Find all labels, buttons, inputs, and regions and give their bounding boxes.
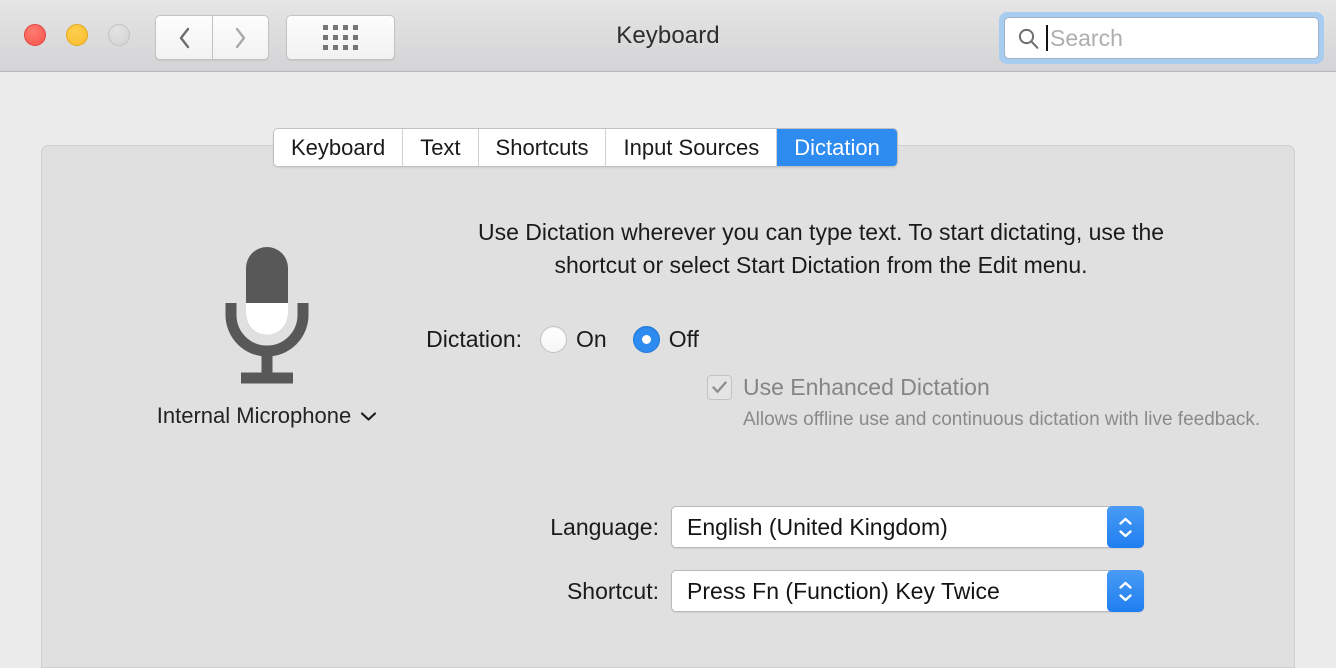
enhanced-dictation-label: Use Enhanced Dictation (743, 374, 990, 400)
search-placeholder: Search (1050, 24, 1123, 51)
search-input[interactable]: Search (1004, 17, 1319, 59)
language-row: Language: English (United Kingdom) (422, 506, 1144, 548)
chevron-up-icon (1119, 517, 1132, 525)
traffic-lights (24, 24, 130, 46)
radio-indicator-off (632, 326, 660, 353)
preference-tabs: Keyboard Text Shortcuts Input Sources Di… (273, 128, 898, 167)
language-label: Language: (550, 513, 659, 540)
grid-icon (323, 25, 358, 50)
chevron-up-icon (1119, 581, 1132, 589)
chevron-down-icon (1119, 593, 1132, 601)
enhanced-dictation-block: Use Enhanced Dictation Allows offline us… (707, 374, 1263, 434)
tab-input-sources[interactable]: Input Sources (606, 129, 778, 166)
chevron-down-icon (361, 411, 377, 421)
language-select[interactable]: English (United Kingdom) (671, 506, 1144, 548)
shortcut-stepper-arrows (1107, 570, 1144, 612)
chevron-down-icon (1119, 529, 1132, 537)
enhanced-dictation-checkbox[interactable]: Use Enhanced Dictation (707, 374, 1263, 401)
microphone-label: Internal Microphone (156, 403, 352, 428)
language-stepper-arrows (1107, 506, 1144, 548)
tab-shortcuts[interactable]: Shortcuts (478, 129, 607, 166)
shortcut-label: Shortcut: (566, 577, 659, 604)
dictation-toggle-row: Dictation: On Off (422, 326, 699, 353)
search-icon (1018, 28, 1039, 49)
checkbox-indicator (707, 375, 732, 400)
tab-keyboard[interactable]: Keyboard (274, 129, 404, 166)
text-caret (1046, 25, 1048, 51)
close-button[interactable] (24, 24, 46, 46)
show-all-button[interactable] (286, 15, 395, 60)
dictation-radio-off[interactable]: Off (632, 326, 699, 353)
shortcut-select[interactable]: Press Fn (Function) Key Twice (671, 570, 1144, 612)
tab-text[interactable]: Text (403, 129, 479, 166)
shortcut-row: Shortcut: Press Fn (Function) Key Twice (422, 570, 1144, 612)
enhanced-dictation-note: Allows offline use and continuous dictat… (743, 409, 1261, 430)
dictation-panel: Internal Microphone Use Dictation wherev… (41, 145, 1295, 668)
search-focus-ring: Search (999, 12, 1324, 64)
radio-label-on: On (576, 326, 607, 352)
nav-button-group (155, 15, 269, 60)
chevron-right-icon (235, 27, 246, 48)
dictation-description: Use Dictation wherever you can type text… (477, 219, 1165, 278)
zoom-button (108, 24, 130, 46)
dictation-radio-group: On Off (540, 326, 699, 353)
chevron-left-icon (179, 27, 189, 48)
shortcut-value: Press Fn (Function) Key Twice (687, 577, 1000, 604)
checkmark-icon (712, 381, 727, 393)
dictation-label: Dictation: (426, 326, 522, 352)
back-button[interactable] (155, 15, 212, 60)
minimize-button[interactable] (66, 24, 88, 46)
tab-dictation[interactable]: Dictation (777, 129, 897, 166)
microphone-label-row: Internal Microphone (157, 403, 377, 429)
microphone-source[interactable]: Internal Microphone (137, 241, 397, 429)
radio-indicator-on (540, 326, 567, 353)
dictation-radio-on[interactable]: On (540, 326, 607, 353)
radio-label-off: Off (668, 326, 699, 352)
microphone-icon (225, 247, 309, 384)
window-toolbar: Keyboard Search (0, 0, 1336, 72)
forward-button[interactable] (212, 15, 269, 60)
language-value: English (United Kingdom) (687, 513, 948, 540)
